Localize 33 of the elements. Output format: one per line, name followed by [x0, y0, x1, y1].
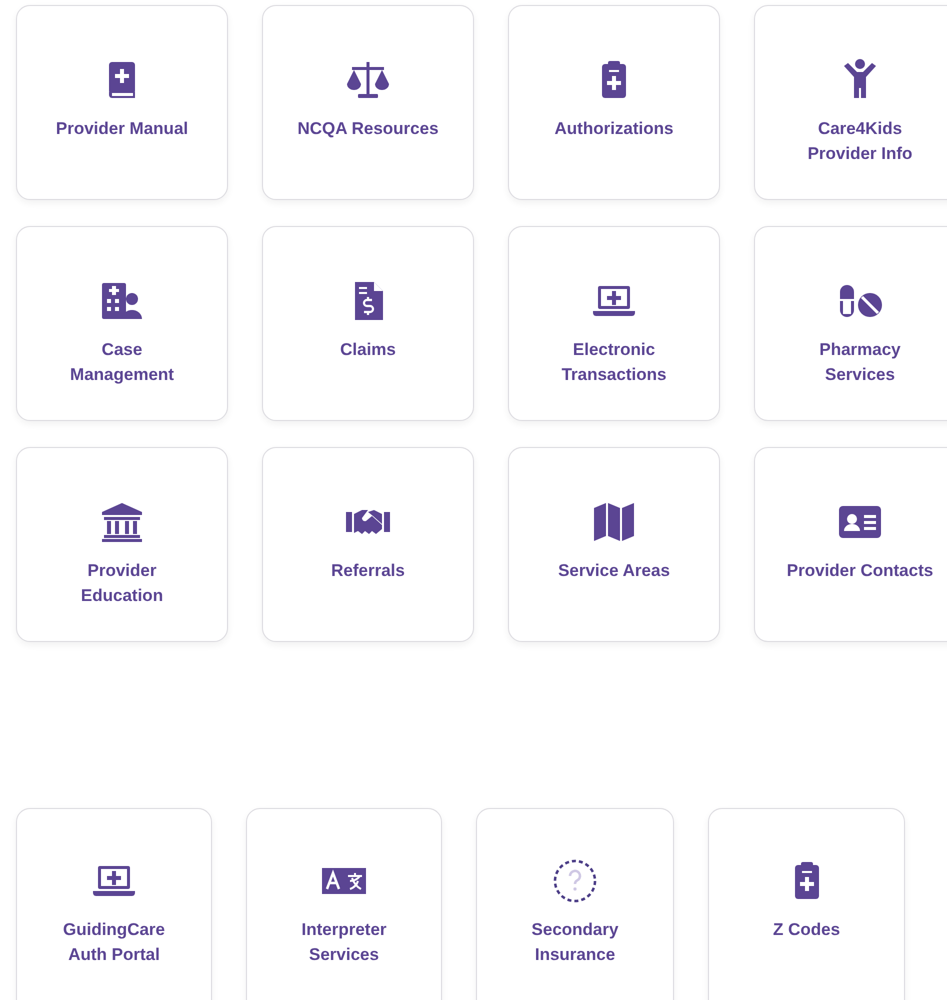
tile-card[interactable]: Service Areas [508, 447, 720, 642]
tile-card[interactable]: Provider Education [16, 447, 228, 642]
tile-card[interactable]: Referrals [262, 447, 474, 642]
tile-label: Referrals [331, 560, 405, 582]
tile-label: NCQA Resources [297, 118, 439, 140]
tile-card[interactable]: Secondary Insurance [476, 808, 674, 1000]
tile-card[interactable]: NCQA Resources [262, 5, 474, 200]
tile-label: Z Codes [772, 919, 840, 941]
tile-card[interactable]: Pharmacy Services [754, 226, 947, 421]
tile-label: Provider Contacts [786, 560, 934, 582]
tile-label: Pharmacy Services [819, 339, 901, 386]
tile-label: Authorizations [554, 118, 674, 140]
tile-label: Electronic Transactions [562, 339, 666, 386]
tile-label: GuidingCare Auth Portal [62, 919, 165, 966]
tile-card[interactable]: Authorizations [508, 5, 720, 200]
tile-card[interactable]: Care4Kids Provider Info [754, 5, 947, 200]
tile-card[interactable]: Provider Manual [16, 5, 228, 200]
tile-label: Service Areas [558, 560, 670, 582]
tile-card[interactable]: Electronic Transactions [508, 226, 720, 421]
tile-label: Secondary Insurance [532, 919, 618, 966]
tile-card[interactable]: Claims [262, 226, 474, 421]
tile-card[interactable]: GuidingCare Auth Portal [16, 808, 212, 1000]
tile-label: Case Management [70, 339, 174, 386]
tile-label: Provider Manual [56, 118, 188, 140]
question-circle-icon [551, 857, 599, 905]
tile-card[interactable]: Interpreter Services [246, 808, 442, 1000]
tile-label: Care4Kids Provider Info [808, 118, 912, 165]
tile-card[interactable]: Case Management [16, 226, 228, 421]
tile-label: Interpreter Services [301, 919, 387, 966]
tile-label: Claims [340, 339, 396, 361]
tile-card[interactable]: Provider Contacts [754, 447, 947, 642]
tile-label: Provider Education [80, 560, 164, 607]
tile-card[interactable]: Z Codes [708, 808, 905, 1000]
